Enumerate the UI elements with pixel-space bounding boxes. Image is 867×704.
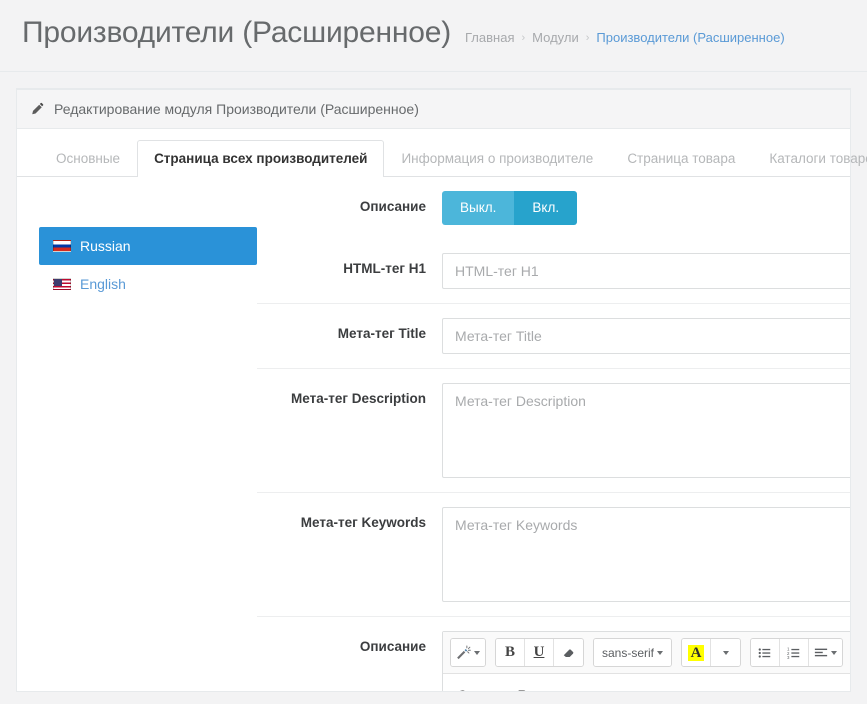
tab-osnovnye[interactable]: Основные	[39, 140, 137, 177]
h1-label: HTML-тег H1	[343, 261, 426, 277]
breadcrumb-item-home[interactable]: Главная	[465, 30, 514, 45]
pencil-icon	[31, 102, 45, 116]
sidebar-item-english[interactable]: English	[39, 265, 257, 303]
breadcrumb-item-current[interactable]: Производители (Расширенное)	[596, 30, 784, 45]
tab-stranica-tovara[interactable]: Страница товара	[610, 140, 752, 177]
rich-text-editor: B U sans-serif A 1 2 3	[442, 631, 850, 691]
meta-title-field	[442, 318, 850, 355]
tab-panel-content: Russian English Описание Выкл. Вкл. HTML…	[17, 177, 850, 691]
form-row-meta-keywords: Мета-тег Keywords	[257, 493, 850, 618]
editor-content-area[interactable]: Описани Rus	[443, 674, 850, 691]
chevron-down-icon	[657, 650, 664, 655]
description-editor-label: Описание	[359, 639, 426, 655]
ordered-list-icon[interactable]: 1 2 3	[780, 639, 810, 667]
meta-keywords-field	[442, 507, 850, 603]
toolbar-group-fontname: sans-serif	[593, 638, 673, 668]
form-row-h1: HTML-тег H1	[257, 239, 850, 305]
underline-button[interactable]: U	[525, 639, 554, 667]
highlight-color-button[interactable]: A	[682, 639, 712, 667]
meta-description-textarea[interactable]	[442, 383, 850, 479]
chevron-down-icon	[831, 650, 838, 655]
meta-description-label: Мета-тег Description	[291, 391, 426, 407]
tab-stranica-vseh-proizvoditelej[interactable]: Страница всех производителей	[137, 140, 385, 177]
panel-heading: Редактирование модуля Производители (Рас…	[17, 90, 850, 129]
h1-input[interactable]	[442, 253, 850, 290]
form-column: Описание Выкл. Вкл. HTML-тег H1 HTML-тег…	[257, 191, 850, 691]
toolbar-group-style	[450, 638, 486, 668]
breadcrumb-separator-icon: ›	[585, 31, 590, 44]
chevron-down-icon	[722, 650, 729, 655]
panel-heading-label: Редактирование модуля Производители (Рас…	[54, 101, 419, 117]
unordered-list-icon[interactable]	[751, 639, 781, 667]
align-left-icon[interactable]	[809, 639, 843, 667]
status-toggle-group: Выкл. Вкл.	[442, 191, 578, 226]
content-wrap: Редактирование модуля Производители (Рас…	[0, 72, 867, 692]
editor-toolbar: B U sans-serif A 1 2 3	[443, 632, 850, 675]
font-family-value: sans-serif	[602, 645, 655, 660]
form-row-description-editor: Описание B U sans-serif A 1 2 3	[257, 617, 850, 691]
sidebar-item-russian[interactable]: Russian	[39, 227, 257, 265]
sidebar-item-label: English	[80, 276, 126, 292]
form-row-meta-title: Мета-тег Title	[257, 304, 850, 370]
magic-wand-icon[interactable]	[451, 639, 485, 667]
toolbar-group-format: B U	[495, 638, 584, 668]
page-header: Производители (Расширенное) Главная › Мо…	[0, 0, 867, 72]
description-editor-field: B U sans-serif A 1 2 3	[442, 631, 850, 691]
flag-en-icon	[53, 278, 71, 290]
highlight-color-dropdown[interactable]	[711, 639, 741, 667]
svg-text:3: 3	[787, 655, 790, 660]
status-off-button[interactable]: Выкл.	[442, 191, 515, 226]
sidebar-item-label: Russian	[80, 238, 131, 254]
meta-title-label: Мета-тег Title	[337, 326, 426, 342]
bold-button[interactable]: B	[496, 639, 525, 667]
language-sidebar: Russian English	[17, 191, 257, 691]
status-label: Описание	[359, 199, 426, 214]
tab-informaciya-o-proizvoditele[interactable]: Информация о производителе	[384, 140, 610, 177]
page-title: Производители (Расширенное)	[22, 16, 451, 49]
status-field: Выкл. Вкл.	[442, 191, 850, 226]
form-row-status: Описание Выкл. Вкл.	[257, 191, 850, 239]
toolbar-group-color: A	[681, 638, 742, 668]
flag-ru-icon	[53, 240, 71, 252]
form-row-meta-description: Мета-тег Description	[257, 369, 850, 494]
highlight-letter: A	[687, 644, 705, 661]
tab-bar: Основные Страница всех производителей Ин…	[17, 129, 867, 177]
breadcrumb: Главная › Модули › Производители (Расшир…	[465, 30, 785, 45]
eraser-icon[interactable]	[554, 639, 583, 667]
meta-title-input[interactable]	[442, 318, 850, 355]
module-edit-panel: Редактирование модуля Производители (Рас…	[16, 88, 867, 692]
toolbar-group-paragraph: 1 2 3	[750, 638, 844, 668]
chevron-down-icon	[474, 650, 480, 655]
breadcrumb-separator-icon: ›	[521, 31, 526, 44]
meta-keywords-label: Мета-тег Keywords	[300, 515, 426, 531]
meta-keywords-textarea[interactable]	[442, 507, 850, 603]
h1-field	[442, 253, 850, 290]
status-on-button[interactable]: Вкл.	[514, 191, 578, 226]
meta-description-field	[442, 383, 850, 479]
breadcrumb-item-modules[interactable]: Модули	[532, 30, 579, 45]
tab-katalogi-tovarov-moduli[interactable]: Каталоги товаров / Модули	[752, 140, 867, 177]
font-family-dropdown[interactable]: sans-serif	[594, 639, 672, 667]
